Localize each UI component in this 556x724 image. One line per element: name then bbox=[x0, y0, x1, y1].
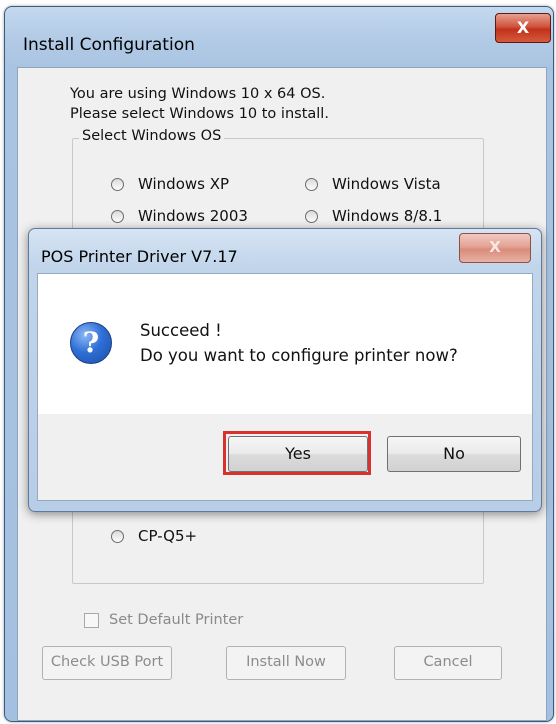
yes-button-highlight bbox=[223, 431, 371, 475]
cancel-button[interactable]: Cancel bbox=[394, 646, 502, 680]
dialog-close-button[interactable]: X bbox=[459, 233, 531, 263]
check-usb-port-button[interactable]: Check USB Port bbox=[42, 646, 172, 680]
radio-cp-q5-plus[interactable]: CP-Q5+ bbox=[111, 527, 197, 545]
radio-label: CP-Q5+ bbox=[138, 527, 198, 545]
radio-windows-2003[interactable]: Windows 2003 bbox=[111, 207, 248, 225]
intro-line-1: You are using Windows 10 x 64 OS. bbox=[70, 86, 326, 102]
window-title: Install Configuration bbox=[23, 35, 195, 55]
dialog-title: POS Printer Driver V7.17 bbox=[41, 247, 238, 266]
checkbox-square-icon[interactable] bbox=[84, 612, 99, 628]
radio-circle-icon[interactable] bbox=[111, 177, 124, 191]
os-group-label: Select Windows OS bbox=[79, 128, 225, 144]
pos-printer-driver-dialog: POS Printer Driver V7.17 X ? Succeed ! D… bbox=[28, 228, 542, 512]
checkbox-label: Set Default Printer bbox=[109, 612, 244, 628]
radio-label: Windows Vista bbox=[332, 175, 441, 193]
radio-circle-icon[interactable] bbox=[305, 209, 318, 223]
radio-circle-icon[interactable] bbox=[111, 209, 124, 223]
radio-label: Windows 2003 bbox=[138, 207, 248, 225]
question-icon: ? bbox=[70, 322, 112, 364]
radio-windows-vista[interactable]: Windows Vista bbox=[305, 175, 441, 193]
radio-label: Windows XP bbox=[138, 175, 230, 193]
dialog-client-area: ? Succeed ! Do you want to configure pri… bbox=[37, 273, 533, 501]
window-close-button[interactable]: X bbox=[495, 13, 551, 43]
dialog-message: Succeed ! Do you want to configure print… bbox=[140, 318, 458, 368]
radio-circle-icon[interactable] bbox=[111, 529, 124, 543]
intro-text: You are using Windows 10 x 64 OS. Please… bbox=[70, 84, 329, 124]
message-line-1: Succeed ! bbox=[140, 321, 222, 340]
radio-label: Windows 8/8.1 bbox=[332, 207, 443, 225]
radio-circle-icon[interactable] bbox=[305, 177, 318, 191]
set-default-printer-checkbox[interactable]: Set Default Printer bbox=[84, 612, 243, 628]
intro-line-2: Please select Windows 10 to install. bbox=[70, 106, 329, 122]
radio-windows-8[interactable]: Windows 8/8.1 bbox=[305, 207, 442, 225]
radio-windows-xp[interactable]: Windows XP bbox=[111, 175, 229, 193]
no-button[interactable]: No bbox=[387, 436, 521, 472]
message-line-2: Do you want to configure printer now? bbox=[140, 346, 458, 365]
install-now-button[interactable]: Install Now bbox=[226, 646, 346, 680]
